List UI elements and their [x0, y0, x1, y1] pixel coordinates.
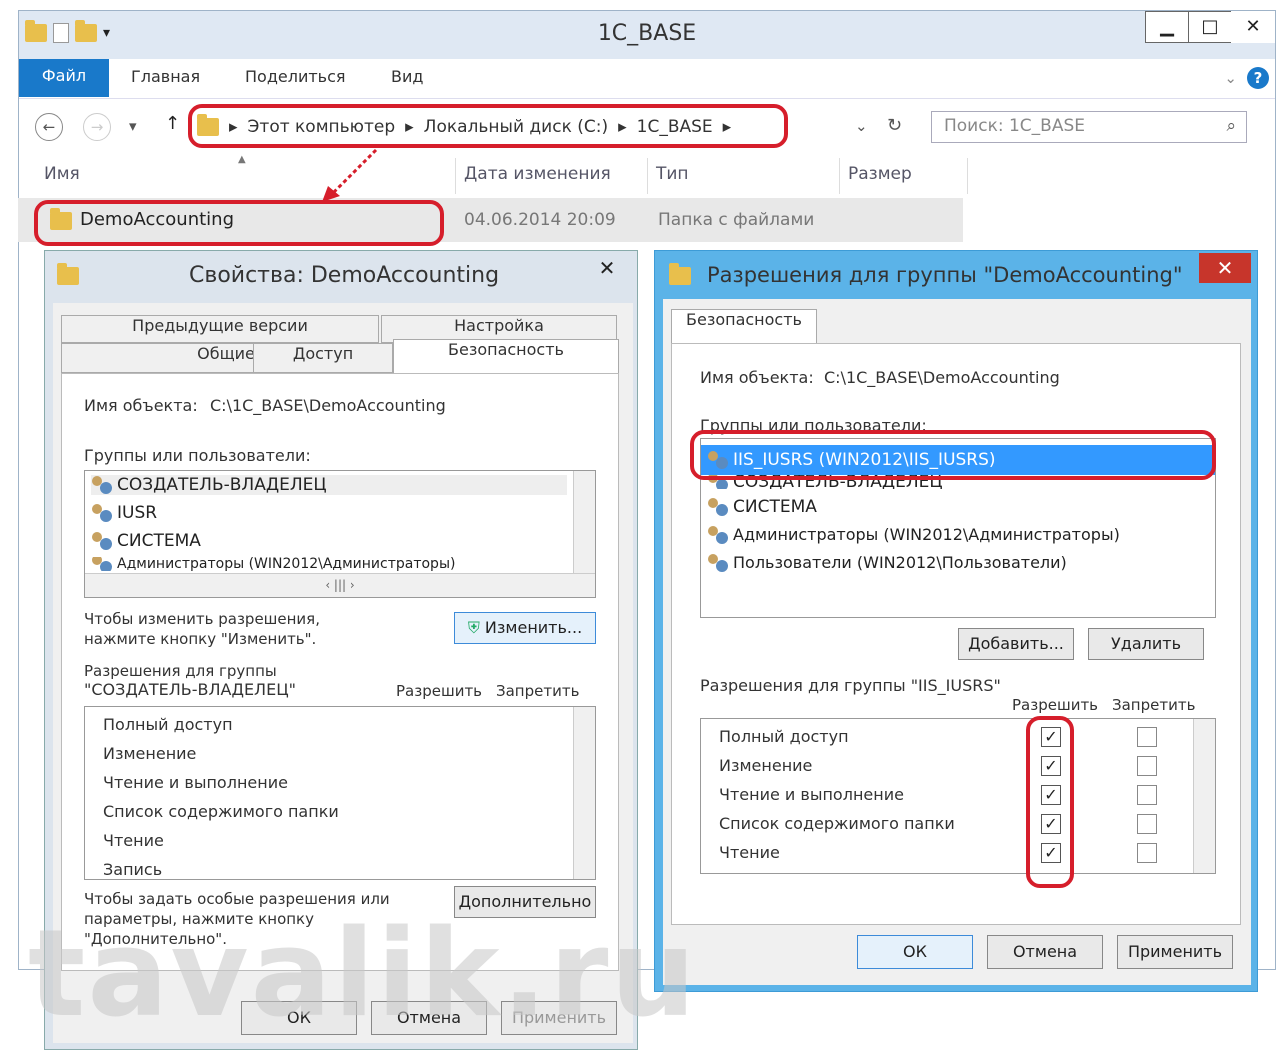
- change-hint-2: нажмите кнопку "Изменить".: [84, 630, 317, 648]
- perm-item: Чтение: [719, 843, 780, 862]
- object-name-label: Имя объекта:: [84, 396, 198, 415]
- list-item[interactable]: IUSR: [91, 503, 157, 523]
- perm-item: Изменение: [103, 744, 197, 763]
- group-icon: [91, 532, 113, 550]
- close-icon[interactable]: ✕: [1199, 253, 1251, 283]
- add-button[interactable]: Добавить...: [958, 628, 1074, 660]
- perm-label: Разрешения для группы: [84, 662, 277, 680]
- folder-icon: [57, 263, 79, 285]
- list-item-label: Администраторы (WIN2012\Администраторы): [117, 557, 456, 571]
- security-panel: Имя объекта: C:\1C_BASE\DemoAccounting Г…: [61, 373, 619, 971]
- vertical-scrollbar[interactable]: [1193, 719, 1215, 873]
- permissions-list[interactable]: Полный доступ Изменение Чтение и выполне…: [84, 706, 596, 880]
- perm-item: Чтение и выполнение: [719, 785, 904, 804]
- list-item[interactable]: СОЗДАТЕЛЬ-ВЛАДЕЛЕЦ: [91, 475, 567, 495]
- list-item[interactable]: Администраторы (WIN2012\Администраторы): [91, 557, 455, 571]
- object-name-label: Имя объекта:: [700, 368, 814, 387]
- ok-button[interactable]: ОК: [857, 935, 973, 969]
- list-item-label: СИСТЕМА: [117, 531, 201, 551]
- perm-item: Запись: [103, 860, 163, 879]
- list-item[interactable]: СИСТЕМА: [707, 497, 817, 517]
- group-icon: [91, 476, 113, 494]
- watermark: tavalik.ru: [28, 905, 698, 1044]
- vertical-scrollbar[interactable]: [573, 471, 595, 575]
- list-item-label: Пользователи (WIN2012\Пользователи): [733, 553, 1067, 572]
- change-hint: Чтобы изменить разрешения,: [84, 610, 320, 628]
- permissions-list[interactable]: Полный доступ Изменение Чтение и выполне…: [700, 718, 1216, 874]
- list-item[interactable]: Пользователи (WIN2012\Пользователи): [707, 553, 1067, 572]
- group-icon: [91, 557, 113, 571]
- remove-button[interactable]: Удалить: [1088, 628, 1204, 660]
- cancel-button[interactable]: Отмена: [987, 935, 1103, 969]
- list-item-label: СОЗДАТЕЛЬ-ВЛАДЕЛЕЦ: [117, 475, 327, 495]
- perm-item: Полный доступ: [103, 715, 233, 734]
- tab-previous-versions[interactable]: Предыдущие версии: [61, 315, 379, 343]
- allow-highlight: [1026, 716, 1074, 888]
- group-icon: [707, 525, 729, 544]
- list-item[interactable]: СИСТЕМА: [91, 531, 201, 551]
- object-name-value: C:\1C_BASE\DemoAccounting: [210, 396, 446, 415]
- perm-item: Полный доступ: [719, 727, 849, 746]
- change-button[interactable]: ⛨ Изменить...: [454, 612, 596, 644]
- folder-icon: [669, 263, 691, 285]
- deny-checkbox[interactable]: [1137, 756, 1157, 776]
- list-item-label: Администраторы (WIN2012\Администраторы): [733, 525, 1120, 544]
- allow-header: Разрешить: [396, 682, 483, 700]
- perm-item: Чтение и выполнение: [103, 773, 288, 792]
- group-icon: [91, 504, 113, 522]
- list-item[interactable]: Администраторы (WIN2012\Администраторы): [707, 525, 1120, 544]
- tab-security[interactable]: Безопасность: [671, 309, 817, 345]
- group-icon: [707, 553, 729, 572]
- change-button-label: Изменить...: [484, 618, 583, 637]
- deny-checkbox[interactable]: [1137, 727, 1157, 747]
- dialog-title: Свойства: DemoAccounting: [189, 263, 500, 288]
- shield-icon: ⛨: [467, 618, 480, 637]
- dialog-body: Безопасность Имя объекта: C:\1C_BASE\Dem…: [663, 299, 1251, 985]
- tab-sharing[interactable]: Доступ: [253, 343, 393, 373]
- allow-header: Разрешить: [1012, 696, 1099, 714]
- perm-label: Разрешения для группы "IIS_IUSRS": [700, 676, 1001, 695]
- deny-checkbox[interactable]: [1137, 843, 1157, 863]
- group-highlight: [690, 430, 1216, 480]
- perm-item: Список содержимого папки: [719, 814, 955, 833]
- perm-item: Изменение: [719, 756, 813, 775]
- perm-item: Список содержимого папки: [103, 802, 339, 821]
- perm-group-label: "СОЗДАТЕЛЬ-ВЛАДЕЛЕЦ": [84, 680, 296, 699]
- vertical-scrollbar[interactable]: [573, 707, 595, 879]
- close-icon[interactable]: ✕: [581, 251, 633, 287]
- object-name-value: C:\1C_BASE\DemoAccounting: [824, 368, 1060, 387]
- perm-item: Чтение: [103, 831, 164, 850]
- apply-button[interactable]: Применить: [1117, 935, 1233, 969]
- deny-header: Запретить: [1112, 696, 1196, 714]
- list-item-label: СИСТЕМА: [733, 497, 817, 517]
- horizontal-scrollbar[interactable]: ‹ ||| ›: [85, 573, 595, 597]
- list-item-label: IUSR: [117, 503, 158, 523]
- deny-header: Запретить: [496, 682, 580, 700]
- groups-label: Группы или пользователи:: [84, 446, 311, 465]
- tab-security[interactable]: Безопасность: [393, 339, 619, 375]
- dialog-title: Разрешения для группы "DemoAccounting": [707, 263, 1183, 287]
- groups-list[interactable]: СОЗДАТЕЛЬ-ВЛАДЕЛЕЦ IUSR СИСТЕМА Админист…: [84, 470, 596, 598]
- permissions-dialog: Разрешения для группы "DemoAccounting" ✕…: [654, 250, 1258, 992]
- deny-checkbox[interactable]: [1137, 814, 1157, 834]
- deny-checkbox[interactable]: [1137, 785, 1157, 805]
- group-icon: [707, 498, 729, 516]
